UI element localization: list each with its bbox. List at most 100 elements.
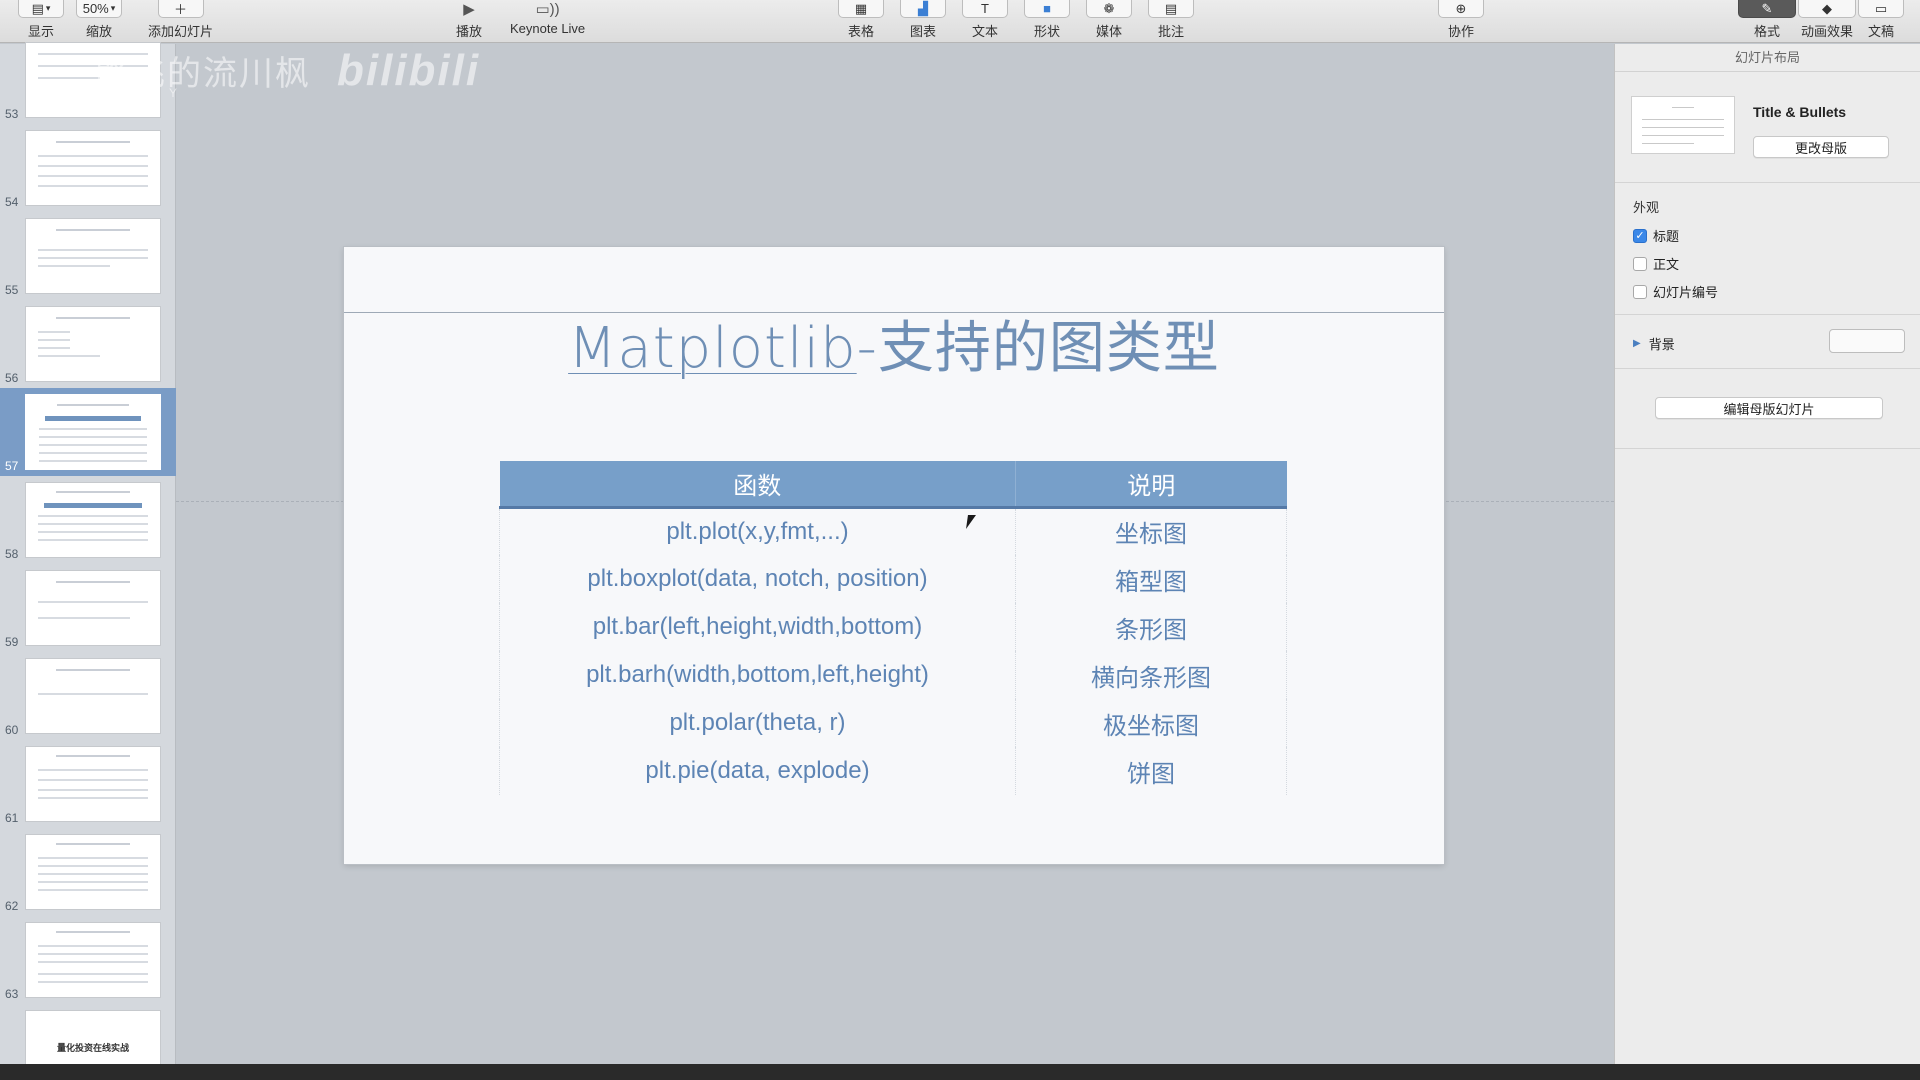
divider	[1615, 368, 1920, 369]
table-header-description: 说明	[1015, 461, 1287, 509]
divider	[1615, 448, 1920, 449]
table-button[interactable]: ▦ 表格	[838, 0, 884, 43]
slide-number: 61	[5, 811, 19, 825]
slide-thumbnail[interactable]: 56	[0, 300, 176, 388]
keynote-live-label: Keynote Live	[510, 21, 586, 36]
function-cell: plt.boxplot(data, notch, position)	[499, 555, 1016, 603]
watermark: 路飞的流川枫 bilibili LUFFY	[95, 46, 481, 100]
body-checkbox-row[interactable]: 正文	[1633, 254, 1679, 273]
change-master-button[interactable]: 更改母版	[1753, 136, 1889, 158]
slide-thumbnail[interactable]: 54	[0, 124, 176, 212]
slide-title[interactable]: Matplotlib-支持的图类型	[344, 303, 1444, 384]
document-button[interactable]: ▭ 文稿	[1858, 0, 1904, 43]
slide-number: 57	[5, 459, 19, 473]
slide-number: 54	[5, 195, 19, 209]
checkbox-label: 标题	[1653, 229, 1680, 244]
play-label: 播放	[455, 24, 482, 39]
animate-label: 动画效果	[1800, 24, 1853, 39]
table-label: 表格	[847, 24, 874, 39]
slide-number: 56	[5, 371, 19, 385]
chart-icon: ▟	[918, 0, 928, 16]
media-button[interactable]: ❁ 媒体	[1086, 0, 1132, 43]
function-cell: plt.barh(width,bottom,left,height)	[499, 651, 1016, 699]
table-row: plt.plot(x,y,fmt,...) 坐标图	[499, 507, 1287, 555]
background-color-well[interactable]	[1829, 329, 1905, 353]
inspector-header: 幻灯片布局	[1615, 44, 1920, 72]
table-row: plt.polar(theta, r) 极坐标图	[499, 699, 1287, 747]
slide-navigator: 53 54 55 56 57 58 59 60 61 62 63 量化投资在线实	[0, 42, 176, 1080]
play-icon: ▶	[463, 1, 475, 18]
checkbox-label: 幻灯片编号	[1653, 285, 1719, 300]
comment-button[interactable]: ▤ 批注	[1148, 0, 1194, 43]
slide-number-checkbox-row[interactable]: 幻灯片编号	[1633, 282, 1718, 301]
comment-icon: ▤	[1164, 0, 1178, 16]
description-cell: 坐标图	[1015, 507, 1287, 555]
description-cell: 极坐标图	[1015, 699, 1287, 747]
format-button[interactable]: ✎ 格式	[1738, 0, 1796, 43]
slide-thumbnail[interactable]: 60	[0, 652, 176, 740]
document-icon: ▭	[1874, 0, 1888, 16]
collaborate-icon: ⊕	[1455, 0, 1467, 16]
table-row: plt.boxplot(data, notch, position) 箱型图	[499, 555, 1287, 603]
diamond-icon: ◆	[1822, 0, 1832, 16]
checkbox-label: 正文	[1653, 257, 1680, 272]
chart-button[interactable]: ▟ 图表	[900, 0, 946, 43]
checkbox[interactable]	[1633, 284, 1647, 299]
slide-number: 58	[5, 547, 19, 561]
thumbnail-title: 量化投资在线实战	[56, 1043, 129, 1053]
paintbrush-icon: ✎	[1761, 0, 1773, 16]
slide-thumbnail[interactable]: 63	[0, 916, 176, 1004]
dock-strip	[0, 1064, 1920, 1080]
slide-title-rest: -支持的图类型	[856, 316, 1220, 381]
bilibili-logo: bilibili	[337, 46, 481, 95]
shape-button[interactable]: ■ 形状	[1024, 0, 1070, 43]
collaborate-button[interactable]: ⊕ 协作	[1438, 0, 1484, 43]
function-cell: plt.pie(data, explode)	[499, 747, 1016, 795]
slide-number: 62	[5, 899, 19, 913]
table-row: plt.barh(width,bottom,left,height) 横向条形图	[499, 651, 1287, 699]
function-cell: plt.polar(theta, r)	[499, 699, 1016, 747]
comment-label: 批注	[1157, 24, 1184, 39]
keynote-live-button[interactable]: ▭)) Keynote Live	[510, 0, 585, 43]
table-row: plt.bar(left,height,width,bottom) 条形图	[499, 603, 1287, 651]
divider	[1615, 182, 1920, 183]
checkmark-icon[interactable]: ✓	[1633, 228, 1647, 243]
slide-thumbnail[interactable]: 55	[0, 212, 176, 300]
watermark-sub: LUFFY	[99, 86, 188, 100]
shape-icon: ■	[1043, 1, 1051, 16]
table-header-function: 函数	[499, 461, 1016, 509]
description-cell: 饼图	[1015, 747, 1287, 795]
checkbox[interactable]	[1633, 256, 1647, 271]
toolbar: ▤ ▾ 显示 50% ▾ 缩放 ＋ 添加幻灯片 ▶ 播放 ▭)) Keynote L…	[0, 0, 1920, 43]
chart-label: 图表	[909, 24, 936, 39]
background-disclosure[interactable]: ▶ 背景	[1633, 334, 1675, 353]
slide-number: 63	[5, 987, 19, 1001]
edit-master-slide-button[interactable]: 编辑母版幻灯片	[1655, 397, 1883, 419]
shape-label: 形状	[1033, 24, 1060, 39]
appearance-section-label: 外观	[1633, 200, 1660, 215]
slide-canvas[interactable]: Matplotlib-支持的图类型 函数 说明 plt.plot(x,y,fmt…	[344, 247, 1444, 864]
animate-button[interactable]: ◆ 动画效果	[1798, 0, 1856, 43]
text-label: 文本	[971, 24, 998, 39]
description-cell: 横向条形图	[1015, 651, 1287, 699]
play-button[interactable]: ▶ 播放	[452, 0, 486, 43]
text-button[interactable]: T 文本	[962, 0, 1008, 43]
media-icon: ❁	[1103, 0, 1115, 16]
collaborate-label: 协作	[1447, 24, 1474, 39]
slide-thumbnail[interactable]: 58	[0, 476, 176, 564]
background-label: 背景	[1648, 337, 1675, 352]
master-thumbnail[interactable]	[1631, 96, 1735, 154]
disclosure-triangle-icon[interactable]: ▶	[1633, 338, 1641, 349]
title-checkbox-row[interactable]: ✓ 标题	[1633, 226, 1679, 245]
slide-thumbnail[interactable]: 62	[0, 828, 176, 916]
master-name: Title & Bullets	[1753, 104, 1847, 120]
slide-number: 60	[5, 723, 19, 737]
slide-thumbnail[interactable]: 61	[0, 740, 176, 828]
function-table[interactable]: 函数 说明 plt.plot(x,y,fmt,...) 坐标图 plt.boxp…	[499, 461, 1287, 795]
slide-number: 59	[5, 635, 19, 649]
slide-thumbnail-selected[interactable]: 57	[0, 388, 176, 476]
document-label: 文稿	[1867, 24, 1894, 39]
slide-thumbnail[interactable]: 59	[0, 564, 176, 652]
broadcast-icon: ▭))	[535, 1, 560, 18]
format-inspector: 幻灯片布局 Title & Bullets 更改母版 外观 ✓ 标题 正文 幻灯…	[1614, 44, 1920, 1064]
